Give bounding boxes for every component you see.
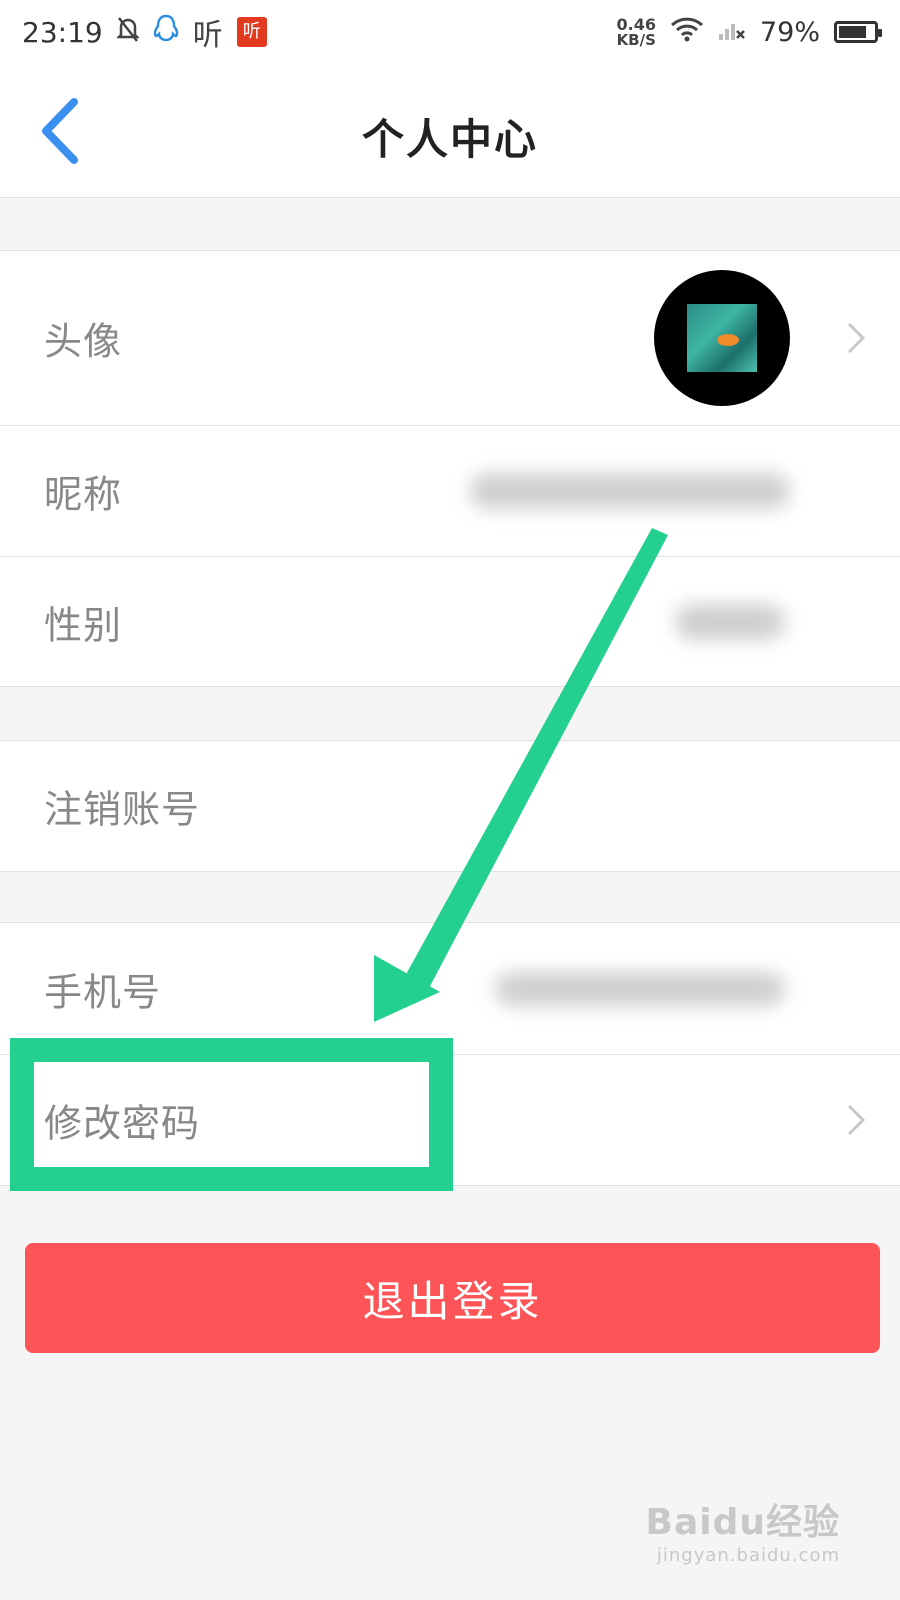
phone-row[interactable]: 手机号 [0,923,900,1054]
gender-value-blurred [675,603,785,640]
chevron-right-icon [847,1104,866,1136]
avatar-label: 头像 [44,319,123,364]
profile-group: 头像 昵称 性别 [0,250,900,687]
gender-row[interactable]: 性别 [0,556,900,686]
qq-penguin-icon [153,14,179,51]
highlight-box [10,1038,453,1191]
gender-label: 性别 [44,603,123,647]
cancel-account-label: 注销账号 [44,787,201,832]
wifi-icon [670,16,704,49]
nickname-label: 昵称 [44,472,123,517]
phone-label: 手机号 [44,970,162,1014]
avatar-row[interactable]: 头像 [0,251,900,425]
watermark: Baidu经验 jingyan.baidu.com [646,1493,840,1566]
signal-off-icon [718,16,746,49]
account-group: 注销账号 [0,740,900,872]
nickname-row[interactable]: 昵称 [0,425,900,556]
avatar-image [687,304,757,372]
phone-value-blurred [495,971,785,1006]
status-right: 0.46 KB/S 79% [616,14,882,49]
battery-text: 79% [759,16,820,48]
status-bar: 23:19 听 听 0.46 KB/S 79% [0,0,900,64]
page-title: 个人中心 [361,115,538,164]
avatar[interactable] [654,270,790,406]
logout-button[interactable]: 退出登录 [25,1243,880,1353]
nav-bar: 个人中心 [0,64,900,198]
ting-badge-icon: 听 [236,17,267,47]
status-left: 23:19 听 听 [22,10,267,54]
cancel-account-row[interactable]: 注销账号 [0,741,900,871]
net-speed: 0.46 KB/S [616,14,656,49]
status-time: 23:19 [22,15,103,49]
battery-icon [834,21,882,43]
watermark-url: jingyan.baidu.com [656,1545,840,1566]
chevron-right-icon [847,322,866,354]
bell-off-icon [115,15,140,50]
ting-app-icon: 听 [192,18,223,53]
nickname-value-blurred [470,473,790,509]
watermark-brand: Baidu经验 [645,1502,840,1543]
